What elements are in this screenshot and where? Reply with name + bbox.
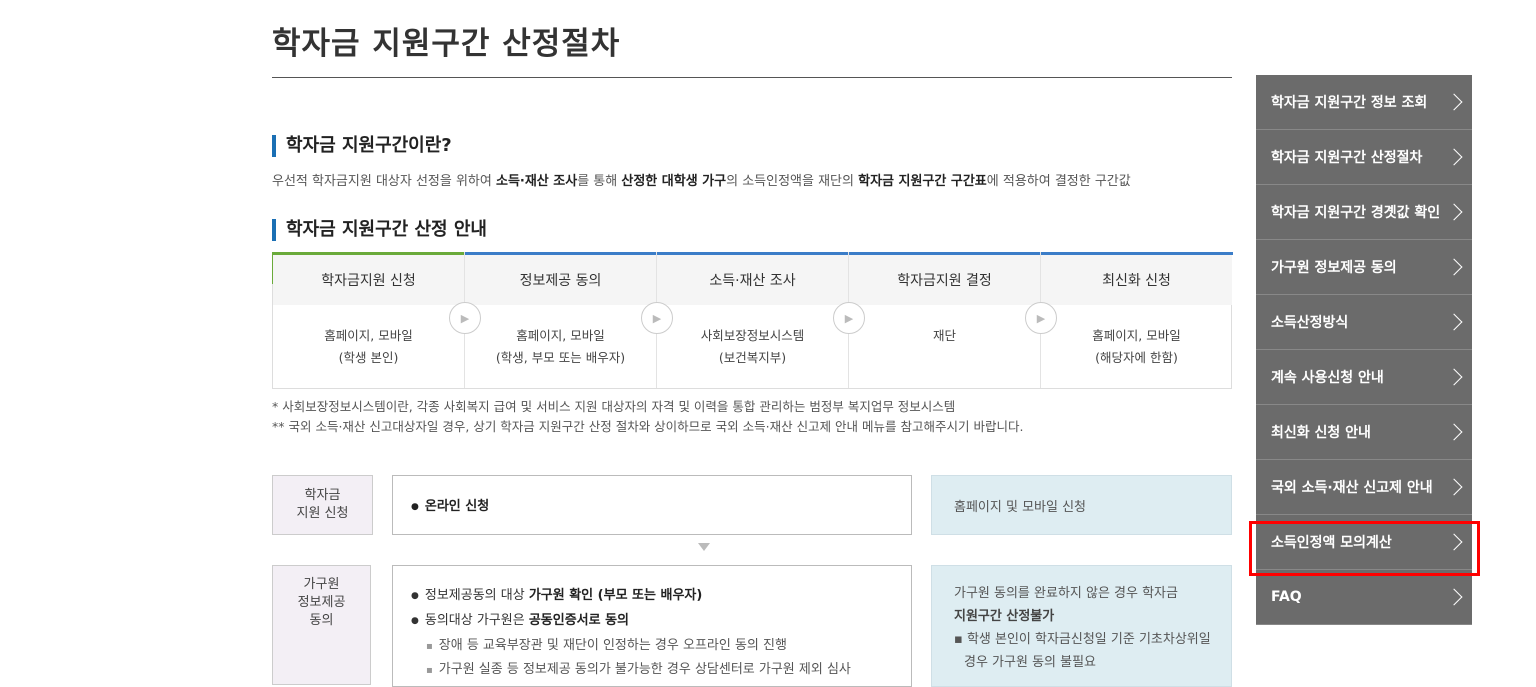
down-arrow-icon [698,543,710,551]
consent-sub-item: 가구원 실종 등 정보제공 동의가 불가능한 경우 상담센터로 가구원 제외 심… [411,658,851,682]
apply-note-box: 홈페이지 및 모바일 신청 [931,475,1232,535]
chevron-right-icon [1445,588,1463,606]
apply-note-text: 홈페이지 및 모바일 신청 [954,500,1086,515]
play-arrow-icon: ▶ [1025,302,1057,334]
consent-method-item: 동의대상 가구원은 공동인증서로 동의 [411,609,851,634]
nav-item-faq[interactable]: FAQ [1256,570,1472,625]
nav-label: 가구원 정보제공 동의 [1271,260,1397,276]
step-update: 최신화 신청 홈페이지, 모바일 (해당자에 한함) [1040,252,1232,388]
chevron-right-icon [1445,313,1463,331]
consent-note-line: ▪ 학생 본인이 학자금신청일 기준 기초차상위일 [954,632,1211,647]
nav-item-family-consent[interactable]: 가구원 정보제공 동의 [1256,240,1472,295]
nav-label: 학자금 지원구간 산정절차 [1271,150,1423,166]
process-steps: 학자금지원 신청 홈페이지, 모바일 (학생 본인) 정보제공 동의 홈페이지, … [272,252,1233,389]
step-line1: 재단 [932,328,956,343]
step-investigation: 소득·재산 조사 사회보장정보시스템 (보건복지부) [656,252,848,388]
step-decision: 학자금지원 결정 재단 [848,252,1040,388]
step-title: 소득·재산 조사 [657,255,848,305]
consent-note-box: 가구원 동의를 완료하지 않은 경우 학자금 지원구간 산정불가 ▪ 학생 본인… [931,565,1232,687]
chevron-right-icon [1445,423,1463,441]
nav-label: 학자금 지원구간 정보 조회 [1271,95,1428,111]
step-line1: 홈페이지, 모바일 [1092,328,1181,343]
step-apply: 학자금지원 신청 홈페이지, 모바일 (학생 본인) [273,252,464,388]
section-heading-definition: 학자금 지원구간이란? [272,135,452,157]
consent-target-item: 정보제공동의 대상 가구원 확인 (부모 또는 배우자) [411,584,851,609]
step-line1: 홈페이지, 모바일 [516,328,605,343]
nav-label: 최신화 신청 안내 [1271,425,1371,441]
consent-note-line: 경우 가구원 동의 불필요 [964,655,1096,670]
play-arrow-icon: ▶ [833,302,865,334]
footnote-1: * 사회보장정보시스템이란, 각종 사회복지 급여 및 서비스 지원 대상자의 … [272,399,956,414]
play-arrow-icon: ▶ [449,302,481,334]
chevron-right-icon [1445,148,1463,166]
nav-item-procedure[interactable]: 학자금 지원구간 산정절차 [1256,130,1472,185]
nav-item-continue-use[interactable]: 계속 사용신청 안내 [1256,350,1472,405]
nav-label: 국외 소득·재산 신고제 안내 [1271,480,1433,496]
row-label-apply: 학자금 지원 신청 [272,475,373,535]
step-line1: 홈페이지, 모바일 [324,328,413,343]
title-divider [272,77,1232,78]
nav-label: 소득산정방식 [1271,315,1349,331]
footnote-2: ** 국외 소득·재산 신고대상자일 경우, 상기 학자금 지원구간 산정 절차… [272,419,1024,434]
highlight-box [1249,521,1480,576]
nav-item-update-request[interactable]: 최신화 신청 안내 [1256,405,1472,460]
nav-label: 학자금 지원구간 경곗값 확인 [1271,205,1441,221]
step-title: 정보제공 동의 [465,255,656,305]
chevron-right-icon [1445,93,1463,111]
definition-text: 우선적 학자금지원 대상자 선정을 위하여 소득·재산 조사를 통해 산정한 대… [272,174,1131,189]
chevron-right-icon [1445,478,1463,496]
step-line2: (보건복지부) [718,350,787,365]
chevron-right-icon [1445,203,1463,221]
section-heading-guide: 학자금 지원구간 산정 안내 [272,219,487,241]
footnotes: * 사회보장정보시스템이란, 각종 사회복지 급여 및 서비스 지원 대상자의 … [272,397,1023,437]
label-line: 동의 [309,613,334,628]
step-title: 학자금지원 결정 [849,255,1040,305]
nav-label: 계속 사용신청 안내 [1271,370,1384,386]
step-line2: (학생 본인) [338,350,399,365]
label-line: 학자금 [304,488,341,503]
step-line2: (해당자에 한함) [1095,350,1178,365]
play-arrow-icon: ▶ [641,302,673,334]
online-apply-item: 온라인 신청 [411,495,489,514]
step-line1: 사회보장정보시스템 [700,328,805,343]
chevron-right-icon [1445,368,1463,386]
consent-note-line: 가구원 동의를 완료하지 않은 경우 학자금 [954,586,1178,601]
consent-detail-box: 정보제공동의 대상 가구원 확인 (부모 또는 배우자) 동의대상 가구원은 공… [392,565,912,687]
consent-note-line: 지원구간 산정불가 [954,609,1055,624]
step-title: 최신화 신청 [1041,255,1232,305]
chevron-right-icon [1445,258,1463,276]
step-consent: 정보제공 동의 홈페이지, 모바일 (학생, 부모 또는 배우자) [464,252,656,388]
nav-label: FAQ [1271,589,1302,605]
page-title: 학자금 지원구간 산정절차 [272,26,621,62]
nav-item-overseas-report[interactable]: 국외 소득·재산 신고제 안내 [1256,460,1472,515]
label-line: 지원 신청 [296,506,349,521]
nav-item-boundary[interactable]: 학자금 지원구간 경곗값 확인 [1256,185,1472,240]
step-line2: (학생, 부모 또는 배우자) [495,350,626,365]
apply-detail-box: 온라인 신청 [392,475,912,535]
nav-item-income-method[interactable]: 소득산정방식 [1256,295,1472,350]
nav-item-info-lookup[interactable]: 학자금 지원구간 정보 조회 [1256,75,1472,130]
row-label-consent: 가구원 정보제공 동의 [272,565,371,685]
consent-sub-item: 장애 등 교육부장관 및 재단이 인정하는 경우 오프라인 동의 진행 [411,634,851,658]
label-line: 정보제공 [297,595,346,610]
label-line: 가구원 [303,577,340,592]
step-title: 학자금지원 신청 [273,255,464,305]
